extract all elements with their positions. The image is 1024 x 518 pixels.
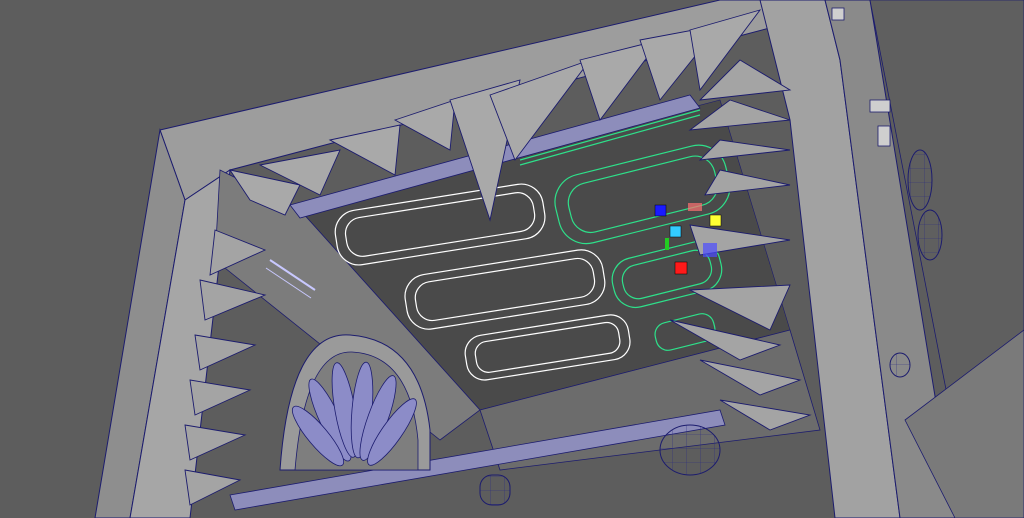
y-axis-handle[interactable] <box>665 238 669 250</box>
knob-mesh[interactable] <box>659 424 721 476</box>
viewport-canvas[interactable] <box>0 0 1024 518</box>
z-axis-handle[interactable] <box>654 204 667 217</box>
3d-viewport[interactable] <box>0 0 1024 518</box>
x-axis-handle[interactable] <box>674 261 688 275</box>
yz-plane-handle[interactable] <box>703 243 717 257</box>
xy-plane-handle[interactable] <box>688 203 702 211</box>
center-box-handle[interactable] <box>669 225 682 238</box>
center-handle[interactable] <box>709 214 722 227</box>
